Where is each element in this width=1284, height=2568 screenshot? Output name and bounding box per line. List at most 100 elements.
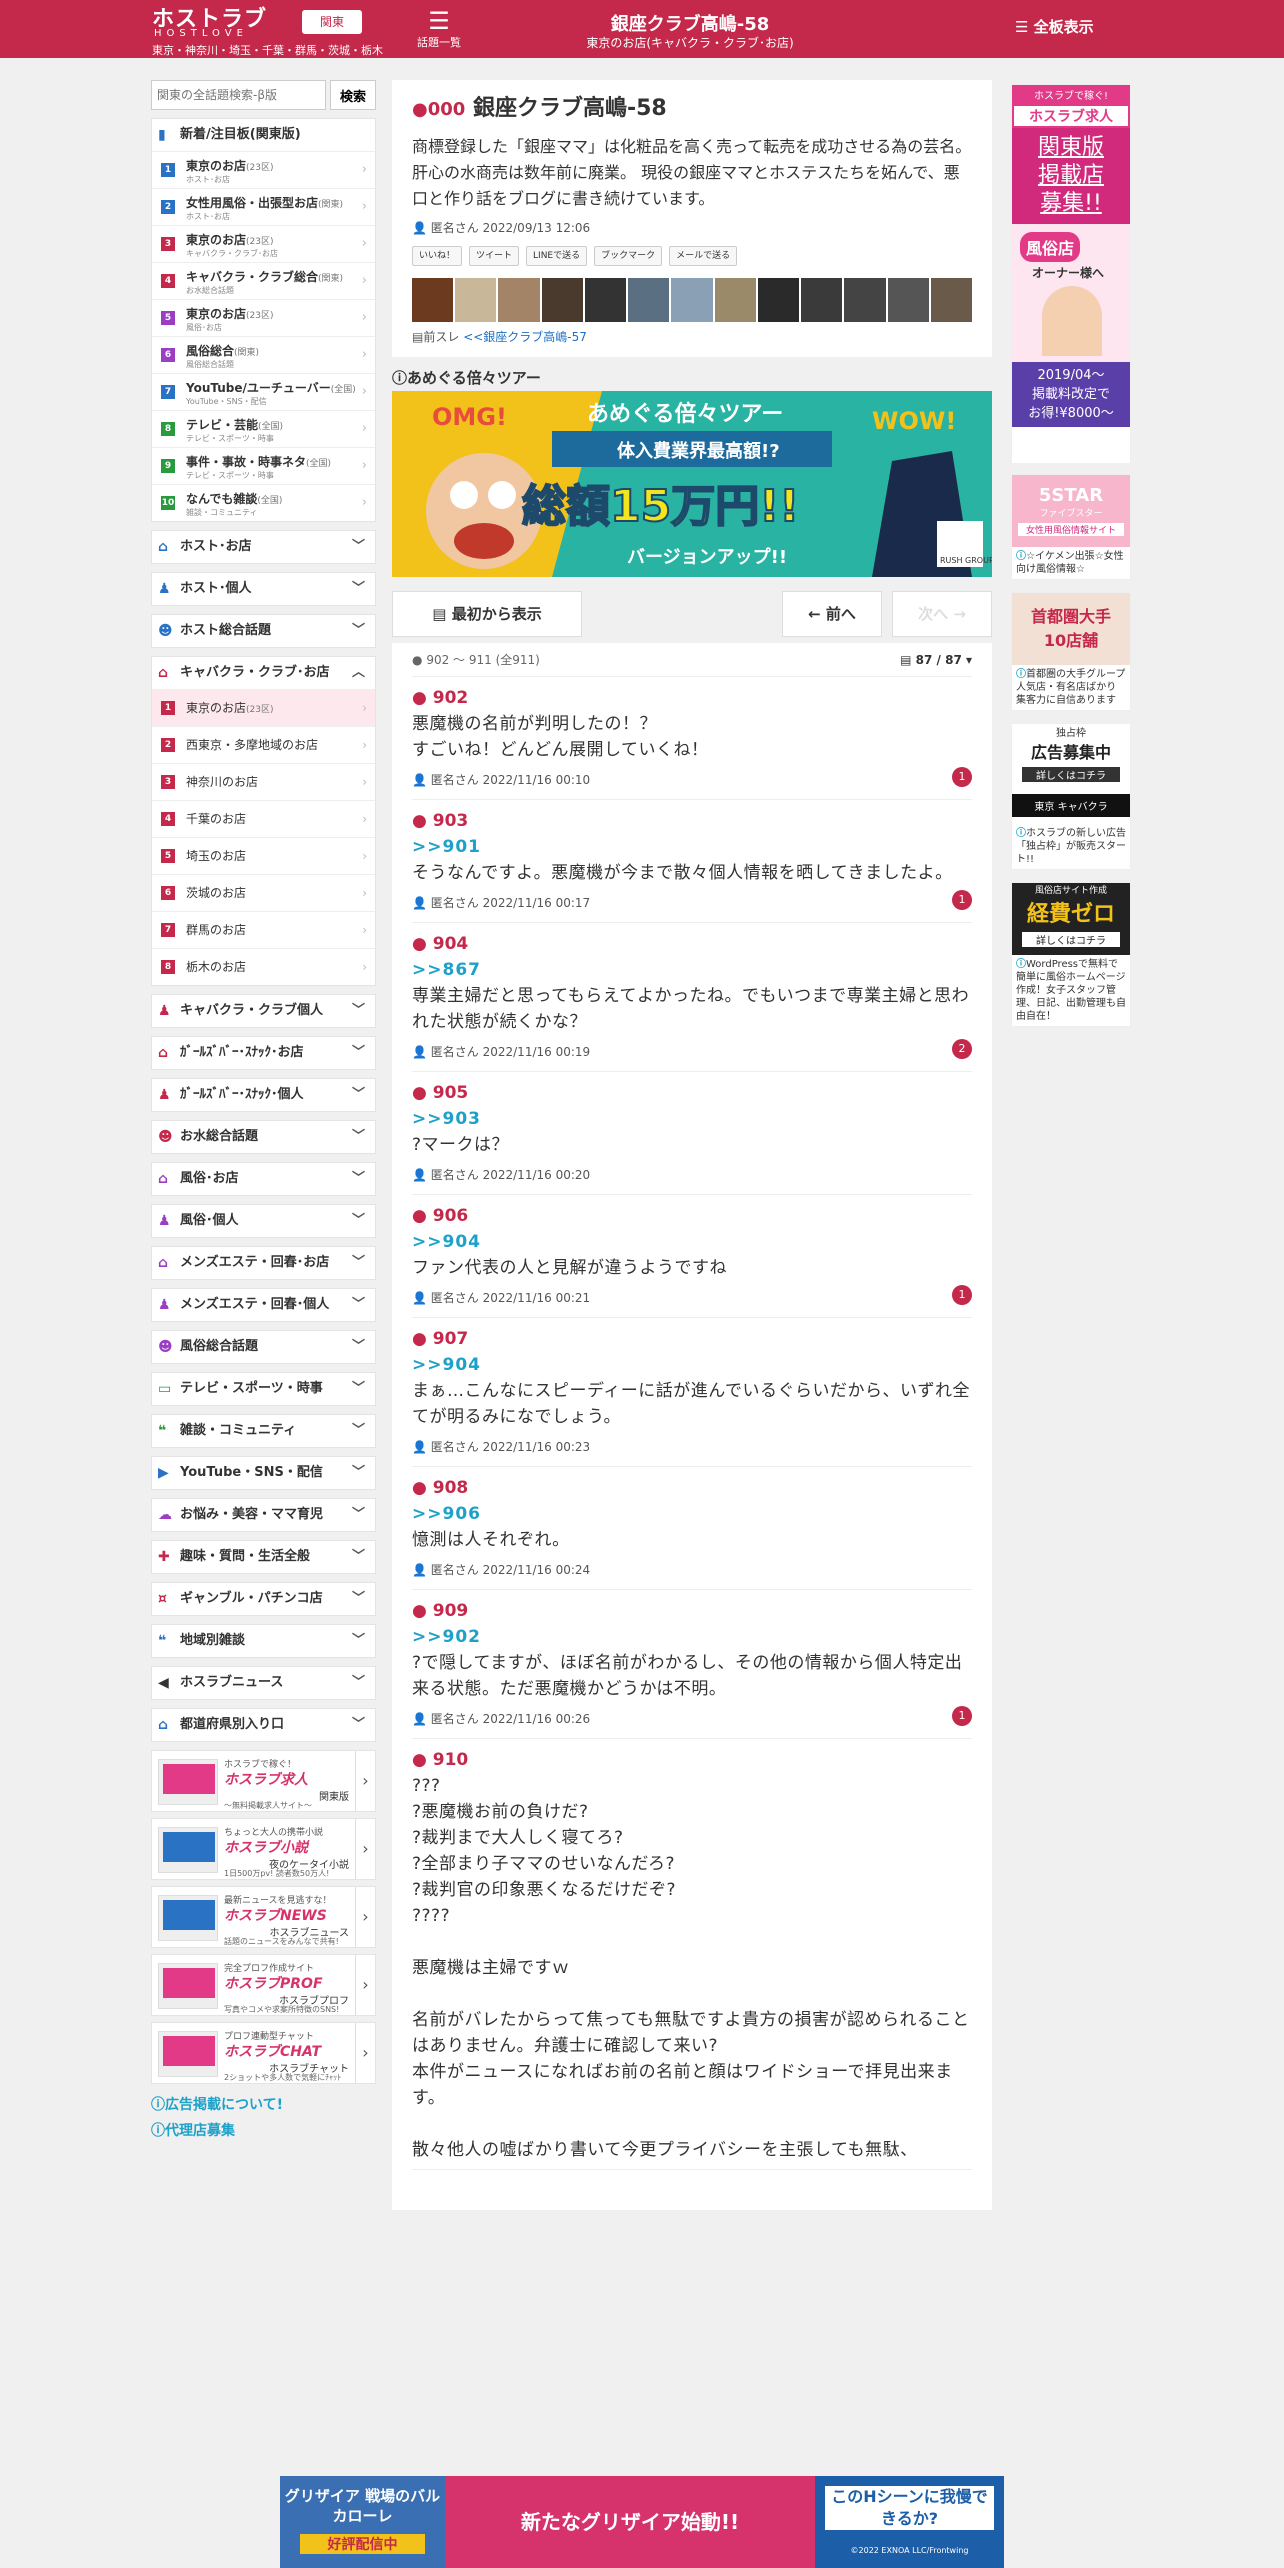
kyaba-subitem[interactable]: 4 千葉のお店 › [152,800,375,837]
thumbnail[interactable] [541,278,583,322]
reply-count-badge[interactable]: 1 [952,890,972,910]
category-heading[interactable]: ▶ YouTube・SNS・配信 ﹀ [152,1457,375,1489]
new-board-item[interactable]: 6 風俗総合(関東) 風俗総合話題 › [152,336,375,373]
topic-list-button[interactable]: ☰ 話題一覧 [415,8,463,50]
show-from-start-button[interactable]: ▤ 最初から表示 [392,591,582,637]
category-heading[interactable]: ☻ お水総合話題 ﹀ [152,1121,375,1153]
new-board-item[interactable]: 5 東京のお店(23区) 風俗･お店 › [152,299,375,336]
category-heading[interactable]: ♟ メンズエステ・回春･個人 ﹀ [152,1289,375,1321]
post-number[interactable]: ● 906 [412,1203,972,1229]
reply-anchor-link[interactable]: >>906 [412,1501,972,1527]
category-heading[interactable]: ◀ ホスラブニュース ﹀ [152,1667,375,1699]
ad-hoslove-job[interactable]: ホスラブで稼ぐ! ホスラブ求人 関東版 掲載店 募集!! 風俗店 オーナー様へ 20… [1011,84,1131,463]
category-heading[interactable]: ⌂ 風俗･お店 ﹀ [152,1163,375,1195]
reply-count-badge[interactable]: 2 [952,1039,972,1059]
kyaba-subitem[interactable]: 5 埼玉のお店 › [152,837,375,874]
kyaba-heading[interactable]: ⌂ キャバクラ・クラブ･お店 ︿ [152,657,375,689]
thumbnail[interactable] [757,278,800,322]
post-number[interactable]: ● 902 [412,685,972,711]
kyaba-subitem[interactable]: 8 栃木のお店 › [152,948,375,985]
agency-link[interactable]: ⓘ代理店募集 [151,2118,376,2144]
reply-anchor-link[interactable]: >>901 [412,834,972,860]
category-heading[interactable]: ¤ ギャンブル・パチンコ店 ﹀ [152,1583,375,1615]
mail-share-button[interactable]: メールで送る [669,246,738,266]
thumbnail[interactable] [412,278,454,322]
reply-anchor-link[interactable]: >>904 [412,1229,972,1255]
category-heading[interactable]: ♟ ホスト･個人 ﹀ [152,573,375,605]
category-heading[interactable]: ☻ 風俗総合話題 ﹀ [152,1331,375,1363]
thumbnail[interactable] [671,278,713,322]
reply-count-badge[interactable]: 1 [952,1285,972,1305]
category-heading[interactable]: ✚ 趣味・質問・生活全般 ﹀ [152,1541,375,1573]
category-heading[interactable]: ⌂ 都道府県別入り口 ﹀ [152,1709,375,1741]
category-heading[interactable]: ▭ テレビ・スポーツ・時事 ﹀ [152,1373,375,1405]
new-board-item[interactable]: 9 事件・事故・時事ネタ(全国) テレビ・スポーツ・時事 › [152,447,375,484]
thumbnail[interactable] [714,278,756,322]
ad-dokusen[interactable]: 独占枠 広告募集中 詳しくはコチラ 東京 キャバクラ ⓘホスラブの新しい広告「独… [1011,723,1131,870]
new-board-item[interactable]: 2 女性用風俗・出張型お店(関東) ホスト･お店 › [152,188,375,225]
new-board-item[interactable]: 3 東京のお店(23区) キャバクラ・クラブ･お店 › [152,225,375,262]
new-board-item[interactable]: 1 東京のお店(23区) ホスト･お店 › [152,151,375,188]
category-heading[interactable]: ❝ 地域別雑談 ﹀ [152,1625,375,1657]
reply-count-badge[interactable]: 1 [952,767,972,787]
next-page-button[interactable]: 次へ → [892,591,992,637]
post-number[interactable]: ● 909 [412,1598,972,1624]
page-indicator[interactable]: ▤ 87 / 87 ▾ [900,643,972,677]
post-number[interactable]: ● 907 [412,1326,972,1352]
reply-anchor-link[interactable]: >>904 [412,1352,972,1378]
reply-count-badge[interactable]: 1 [952,1706,972,1726]
thumbnail[interactable] [584,278,627,322]
new-board-item[interactable]: 8 テレビ・芸能(全国) テレビ・スポーツ・時事 › [152,410,375,447]
ad-wordpress[interactable]: 風俗店サイト作成 経費ゼロ 詳しくはコチラ ⓘWordPressで無料で簡単に風… [1011,882,1131,1027]
bottom-banner-ad[interactable]: グリザイア 戦場のバルカローレ 好評配信中 新たなグリザイア始動!! このHシー… [280,2476,1004,2568]
service-promo[interactable]: ホスラブで稼ぐ！ ホスラブ求人 関東版 〜無料掲載求人サイト〜 › [151,1750,376,1812]
kyaba-subitem[interactable]: 7 群馬のお店 › [152,911,375,948]
category-heading[interactable]: ☻ ホスト総合話題 ﹀ [152,615,375,647]
service-promo[interactable]: 完全プロフ作成サイト ホスラブPROF ホスラブプロフ 写真やコメや求案所特徴のSNS… [151,1954,376,2016]
post-number[interactable]: ● 903 [412,808,972,834]
category-heading[interactable]: ♟ キャバクラ・クラブ個人 ﹀ [152,995,375,1027]
category-heading[interactable]: ♟ ｶﾞｰﾙｽﾞﾊﾞｰ･ｽﾅｯｸ･個人 ﹀ [152,1079,375,1111]
search-button[interactable]: 検索 [330,80,376,110]
line-share-button[interactable]: LINEで送る [526,246,588,266]
thumbnail[interactable] [887,278,929,322]
category-heading[interactable]: ⌂ メンズエステ・回春･お店 ﹀ [152,1247,375,1279]
post-number[interactable]: ● 908 [412,1475,972,1501]
prev-page-button[interactable]: ← 前へ [782,591,882,637]
category-heading[interactable]: ♟ 風俗･個人 ﹀ [152,1205,375,1237]
thumbnail[interactable] [498,278,540,322]
reply-anchor-link[interactable]: >>902 [412,1624,972,1650]
category-heading[interactable]: ☁ お悩み・美容・ママ育児 ﹀ [152,1499,375,1531]
ad-shutoken[interactable]: 首都圏大手 10店舗 ⓘ首都圏の大手グループ 人気店・有名店ばかり 集客力に自信… [1011,592,1131,711]
all-boards-button[interactable]: ☰ 全板表示 [1015,16,1094,37]
tweet-button[interactable]: ツイート [469,246,520,266]
service-promo[interactable]: ちょっと大人の携帯小説 ホスラブ小説 夜のケータイ小説 1日500万pv! 読者数50… [151,1818,376,1880]
service-promo[interactable]: プロフ連動型チャット ホスラブCHAT ホスラブチャット 2ショットや多人数で気軽にﾁ… [151,2022,376,2084]
kyaba-subitem[interactable]: 1 東京のお店(23区) › [152,689,375,726]
post-number[interactable]: ● 905 [412,1080,972,1106]
promo-banner[interactable]: OMG! WOW! あめぐる倍々ツアー 体入費業界最高額!? 総額15万円!! … [392,391,992,577]
reply-anchor-link[interactable]: >>867 [412,957,972,983]
post-number[interactable]: ● 904 [412,931,972,957]
bookmark-button[interactable]: ブックマーク [594,246,663,266]
thumbnail[interactable] [930,278,973,322]
post-number[interactable]: ● 910 [412,1747,972,1773]
ad-5star[interactable]: 5STAR ファイブスター 女性用風俗情報サイト ⓘ☆イケメン出張☆女性向け風俗… [1011,474,1131,580]
thumbnail[interactable] [628,278,670,322]
service-promo[interactable]: 最新ニュースを見逃すな！ ホスラブNEWS ホスラブニュース 話題のニュースをみんなで… [151,1886,376,1948]
reply-anchor-link[interactable]: >>903 [412,1106,972,1132]
search-input[interactable] [151,80,326,110]
thumbnail[interactable] [844,278,886,322]
like-button[interactable]: いいね！ [412,246,463,266]
thumbnail[interactable] [801,278,843,322]
new-board-item[interactable]: 4 キャバクラ・クラブ総合(関東) お水総合話題 › [152,262,375,299]
thumbnail[interactable] [455,278,497,322]
new-board-item[interactable]: 10 なんでも雑談(全国) 雑談・コミュニティ › [152,484,375,521]
region-button[interactable]: 関東 [302,10,362,34]
new-board-item[interactable]: 7 YouTube/ユーチューバー(全国) YouTube・SNS・配信 › [152,373,375,410]
kyaba-subitem[interactable]: 6 茨城のお店 › [152,874,375,911]
category-heading[interactable]: ⌂ ホスト･お店 ﹀ [152,531,375,563]
kyaba-subitem[interactable]: 2 西東京・多摩地域のお店 › [152,726,375,763]
category-heading[interactable]: ⌂ ｶﾞｰﾙｽﾞﾊﾞｰ･ｽﾅｯｸ･お店 ﹀ [152,1037,375,1069]
category-heading[interactable]: ❝ 雑談・コミュニティ ﹀ [152,1415,375,1447]
